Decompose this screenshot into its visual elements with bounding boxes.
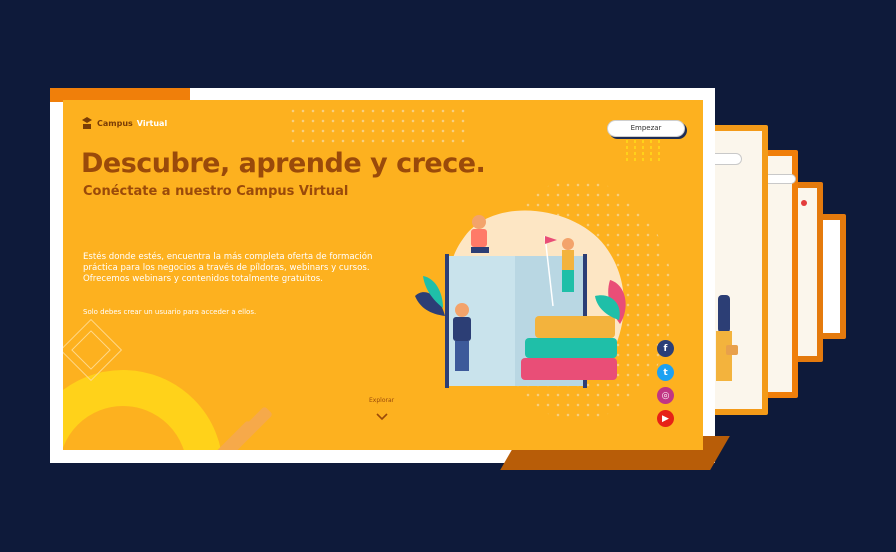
books-illustration	[415, 210, 626, 388]
logo-word-virtual: Virtual	[136, 118, 168, 128]
hero-title: Descubre, aprende y crece.	[81, 148, 486, 179]
explore-link[interactable]: Explorar	[369, 397, 394, 404]
instagram-icon[interactable]: ◎	[657, 387, 674, 404]
signup-note: Solo debes crear un usuario para acceder…	[83, 308, 257, 316]
landing-page: Campus Virtual Empezar Descubre, aprende …	[63, 100, 703, 450]
logo-word-campus: Campus	[97, 118, 133, 128]
campus-logo[interactable]: Campus Virtual	[81, 116, 167, 130]
dot-pattern	[288, 106, 468, 148]
youtube-icon[interactable]: ▶	[657, 410, 674, 427]
chevron-down-icon[interactable]	[376, 413, 388, 421]
start-button[interactable]: Empezar	[607, 120, 685, 137]
hero-description: Estés donde estés, encuentra la más comp…	[83, 252, 373, 284]
decor-stripes	[626, 134, 660, 164]
stacked-page-dot	[801, 200, 807, 206]
facebook-icon[interactable]: f	[657, 340, 674, 357]
decor-arc	[63, 370, 223, 450]
hero-subtitle: Conéctate a nuestro Campus Virtual	[83, 184, 349, 199]
twitter-icon[interactable]: t	[657, 364, 674, 381]
showcase-stage: ar CampusVirtual	[0, 0, 896, 552]
campus-logo-icon	[82, 117, 92, 129]
